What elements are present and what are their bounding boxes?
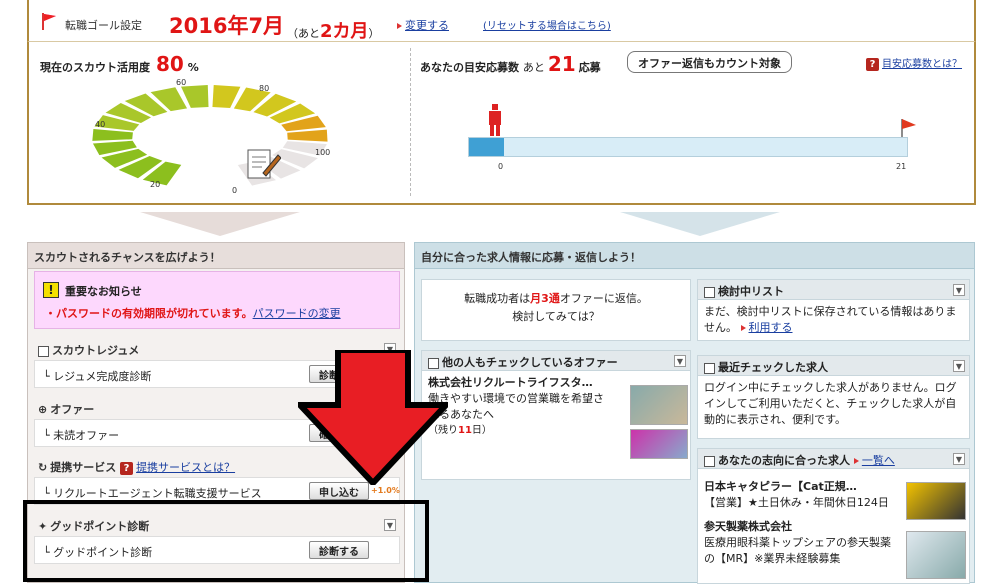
- job-company[interactable]: 日本キャタピラー【Cat正規…: [704, 479, 892, 495]
- bonus-badge: +1.0%: [371, 486, 400, 495]
- offer-remaining: （残り11日）: [428, 425, 492, 436]
- job-company[interactable]: 参天製薬株式会社: [704, 519, 892, 535]
- gauge-segment: [181, 85, 209, 108]
- gauge-tick: 20: [150, 180, 161, 189]
- red-arrow-annotation: [298, 350, 448, 485]
- target-icon: ⊕: [38, 403, 48, 416]
- divider: [410, 48, 411, 196]
- box-title: あなたの志向に合った求人: [718, 454, 850, 467]
- match-box: あなたの志向に合った求人 一覧へ ▼ 日本キャタピラー【Cat正規… 【営業】★土…: [697, 448, 970, 584]
- right-panel-title: 自分に合った求人情報に応募・返信しよう！: [415, 243, 974, 269]
- recent-box: 最近チェックした求人 ▼ ログイン中にチェックした求人がありません。ログインしてご…: [697, 355, 970, 439]
- goal-date: 2016年7月: [169, 14, 285, 38]
- offer-image[interactable]: [630, 429, 688, 459]
- triangle-icon: [853, 458, 859, 464]
- goal-label: 転職ゴール設定: [65, 19, 142, 32]
- question-icon: ?: [120, 462, 134, 475]
- offer-company[interactable]: 株式会社リクルートライフスタ…: [428, 375, 616, 391]
- collapse-icon[interactable]: ▼: [953, 453, 965, 465]
- notice-message: ・パスワードの有効期限が切れています。パスワードの変更: [45, 307, 341, 320]
- triangle-icon: [740, 325, 746, 331]
- notice-title: 重要なお知らせ: [65, 285, 142, 298]
- partner-help-link[interactable]: ? 提携サービスとは？: [120, 461, 235, 475]
- person-figure-icon: [489, 104, 501, 136]
- gauge-tick: 60: [176, 78, 187, 87]
- box-text: ログイン中にチェックした求人がありません。ログインしてご利用いただくと、チェック…: [704, 381, 957, 426]
- gift-icon: [704, 455, 715, 467]
- refresh-icon: ↻: [38, 461, 48, 474]
- collapse-icon[interactable]: ▼: [674, 355, 686, 367]
- gauge-segment: [92, 129, 133, 141]
- left-panel-title: スカウトされるチャンスを広げよう！: [28, 243, 404, 269]
- checklist-box: 検討中リスト ▼ まだ、検討中リストに保存されている情報はありません。 利用する: [697, 279, 970, 341]
- collapse-icon[interactable]: ▼: [953, 360, 965, 372]
- warning-icon: !: [43, 282, 59, 298]
- gauge-tick: 80: [259, 84, 270, 93]
- gauge-tick: 100: [315, 148, 331, 157]
- section-title: 提携サービス: [50, 461, 117, 474]
- others-box: 他の人もチェックしているオファー ▼ 株式会社リクルートライフスタ… 働きやすい環…: [421, 350, 691, 480]
- reset-goal-link[interactable]: (リセットする場合はこちら): [483, 17, 611, 32]
- scout-gauge: [92, 85, 328, 186]
- collapse-icon[interactable]: ▼: [953, 284, 965, 296]
- question-icon: ?: [866, 58, 879, 71]
- job-image[interactable]: [906, 531, 966, 579]
- flag-icon: [42, 13, 56, 30]
- check-icon: [704, 362, 715, 374]
- shade-arrow-right: [620, 212, 780, 236]
- count-note-bubble: オファー返信もカウント対象: [627, 51, 792, 73]
- shade-arrow-left: [140, 212, 300, 236]
- bar-min: 0: [498, 162, 504, 171]
- progress-fill: [469, 138, 505, 156]
- change-goal-link[interactable]: 変更する: [397, 17, 449, 33]
- password-change-link[interactable]: パスワードの変更: [253, 307, 341, 320]
- job-desc: 医療用眼科薬トップシェアの参天製薬の【MR】※業界未経験募集: [704, 536, 891, 565]
- section-item[interactable]: └ 未読オファー: [43, 429, 119, 442]
- apply-progress-bar: [468, 137, 908, 157]
- resume-icon: [38, 345, 49, 357]
- section-item[interactable]: └ リクルートエージェント転職支援サービス: [43, 487, 262, 500]
- apply-help-link[interactable]: ? 目安応募数とは？: [866, 55, 962, 71]
- highlight-box: [23, 500, 429, 582]
- success-box: 転職成功者は月3通オファーに返信。 検討してみては？: [421, 279, 691, 341]
- box-title: 最近チェックした求人: [718, 361, 828, 374]
- bar-max: 21: [896, 162, 907, 171]
- list-icon: [704, 286, 715, 298]
- right-panel: 自分に合った求人情報に応募・返信しよう！ 転職成功者は月3通オファーに返信。 検…: [414, 242, 975, 584]
- notice-box: ! 重要なお知らせ ・パスワードの有効期限が切れています。パスワードの変更: [34, 271, 400, 329]
- use-list-link[interactable]: 利用する: [740, 321, 793, 334]
- box-title: 他の人もチェックしているオファー: [442, 356, 618, 369]
- gauge-tick: 0: [232, 186, 238, 195]
- gauge-tick: 40: [95, 120, 106, 129]
- section-title: オファー: [50, 403, 95, 416]
- offer-desc: れるあなたへ: [428, 408, 494, 421]
- offer-image[interactable]: [630, 385, 688, 425]
- scout-usage: 現在のスカウト活用度 80 %: [40, 52, 199, 76]
- gauge-segment: [287, 129, 328, 142]
- section-title: スカウトレジュメ: [52, 344, 140, 357]
- section-item[interactable]: └ レジュメ完成度診断: [43, 370, 151, 383]
- goal-header: 転職ゴール設定 2016年7月 （あと2カ月） 変更する (リセットする場合はこ…: [27, 0, 976, 42]
- apply-target: あなたの目安応募数 あと 21 応募: [420, 52, 601, 76]
- goal-remaining: （あと2カ月）: [287, 21, 380, 42]
- box-title: 検討中リスト: [718, 285, 784, 298]
- goal-flag-icon: [901, 119, 916, 137]
- document-pen-icon: [247, 149, 281, 179]
- job-desc: 【営業】★土日休み・年間休日124日: [704, 496, 889, 509]
- offer-desc: 働きやすい環境での営業職を希望さ: [428, 392, 604, 405]
- view-all-link[interactable]: 一覧へ: [853, 454, 895, 467]
- triangle-icon: [397, 23, 402, 29]
- job-image[interactable]: [906, 482, 966, 520]
